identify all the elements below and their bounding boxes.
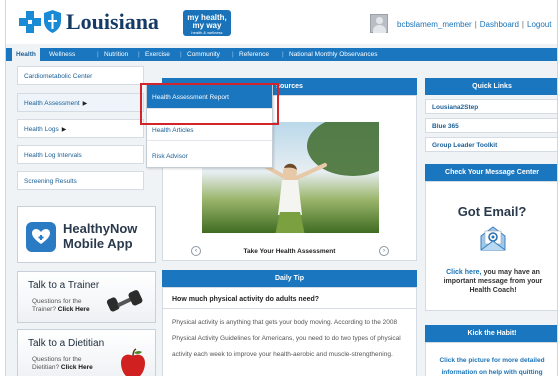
email-at-icon[interactable] [478, 224, 508, 252]
my-health-my-way-badge[interactable]: my health, my way health & wellness [183, 10, 231, 36]
click-here-link[interactable]: Click here, [446, 269, 481, 276]
daily-tip-question: How much physical activity do adults nee… [172, 296, 320, 303]
username-link[interactable]: bcbslamem_member [397, 20, 472, 29]
daily-tip-body: Physical activity is anything that gets … [172, 319, 401, 358]
page-frame: Louisiana my health, my way health & wel… [5, 0, 558, 376]
dietitian-text: Questions for the Dietitian? Click Here [32, 356, 102, 372]
nav-tab-health[interactable]: Health [12, 48, 40, 61]
sidebar-item-health-logs[interactable]: Health Logs ▶ [17, 119, 144, 138]
nav-separator: | [97, 51, 99, 58]
sidebar-item-label: Health Assessment [24, 100, 80, 107]
dietitian-title: Talk to a Dietitian [28, 338, 105, 349]
arrow-right-icon: ▶ [82, 101, 88, 107]
sidebar-item-health-assessment[interactable]: Health Assessment ▶ [17, 93, 144, 112]
blue-cross-logo-icon[interactable] [19, 11, 41, 33]
nav-separator: | [180, 51, 182, 58]
quick-link-lousiana2step[interactable]: Lousiana2Step [425, 99, 557, 114]
daily-tip-header: Daily Tip [162, 270, 417, 287]
logout-link[interactable]: Logout [527, 20, 551, 29]
kick-the-habit-header: Kick the Habit! [425, 325, 557, 342]
nav-tab-nutrition[interactable]: Nutrition [104, 51, 128, 58]
healthynow-title: HealthyNow Mobile App [63, 221, 137, 251]
main-nav: Health Wellness | Nutrition | Exercise |… [6, 48, 557, 61]
talk-to-trainer-card[interactable]: Talk to a Trainer Questions for the Trai… [17, 271, 156, 323]
quick-link-blue-365[interactable]: Blue 365 [425, 118, 557, 133]
dietitian-click-here-link[interactable]: Click Here [61, 364, 93, 371]
nav-tab-reference[interactable]: Reference [239, 51, 269, 58]
sidebar-item-label: Health Logs [24, 126, 59, 133]
message-center-header: Check Your Message Center [425, 164, 557, 181]
quick-links-header: Quick Links [425, 78, 557, 95]
trainer-text: Questions for the Trainer? Click Here [32, 298, 102, 314]
separator: | [521, 20, 524, 29]
user-links: bcbslamem_member | Dashboard | Logout [397, 20, 551, 29]
nav-tab-exercise[interactable]: Exercise [145, 51, 170, 58]
badge-line-3: health & wellness [191, 30, 223, 35]
sidebar-item-label: Screening Results [24, 178, 77, 185]
healthynow-line-2: Mobile App [63, 236, 133, 251]
message-center-text: Click here, you may have an important me… [432, 268, 554, 295]
badge-line-2: my way [192, 21, 222, 30]
sidebar-item-cardiometabolic-center[interactable]: Cardiometabolic Center [17, 66, 144, 85]
blue-shield-logo-icon[interactable] [44, 10, 61, 33]
apple-icon [121, 348, 145, 376]
avatar[interactable] [370, 14, 388, 33]
healthynow-mobile-app-banner[interactable]: HealthyNow Mobile App [17, 206, 156, 263]
sidebar-item-label: Cardiometabolic Center [24, 73, 93, 80]
highlight-box [140, 83, 279, 125]
nav-separator: | [282, 51, 284, 58]
nav-tab-wellness[interactable]: Wellness [49, 51, 75, 58]
trainer-click-here-link[interactable]: Click Here [58, 306, 90, 313]
submenu-item-risk-advisor[interactable]: Risk Advisor [147, 146, 272, 167]
nav-separator: | [138, 51, 140, 58]
brand-name[interactable]: Louisiana [66, 9, 159, 35]
healthynow-line-1: HealthyNow [63, 221, 138, 236]
talk-to-dietitian-card[interactable]: Talk to a Dietitian Questions for the Di… [17, 329, 156, 376]
trainer-title: Talk to a Trainer [28, 280, 100, 291]
nav-separator: | [232, 51, 234, 58]
quick-link-group-leader-toolkit[interactable]: Group Leader Toolkit [425, 137, 557, 152]
sidebar-item-screening-results[interactable]: Screening Results [17, 171, 144, 190]
kick-the-habit-text[interactable]: Click the picture for more detailed info… [428, 355, 556, 376]
dumbbell-icon [106, 290, 143, 312]
nav-tab-community[interactable]: Community [187, 51, 220, 58]
arrow-right-icon: ▶ [61, 127, 67, 133]
phone-heart-icon [26, 222, 56, 252]
daily-tip-panel: How much physical activity do adults nee… [162, 287, 417, 376]
site-header: Louisiana my health, my way health & wel… [6, 0, 557, 44]
kick-the-habit-panel: Click the picture for more detailed info… [425, 342, 557, 376]
nav-tab-national-monthly-observances[interactable]: National Monthly Observances [289, 51, 378, 58]
dashboard-link[interactable]: Dashboard [480, 20, 519, 29]
sidebar-item-label: Health Log Intervals [24, 152, 82, 159]
separator: | [474, 20, 477, 29]
message-center-panel: Got Email? Click here, you may have an i… [425, 181, 557, 311]
sidebar-item-health-log-intervals[interactable]: Health Log Intervals [17, 145, 144, 164]
divider [163, 308, 416, 309]
carousel-next-button[interactable]: › [379, 246, 389, 256]
got-email-title: Got Email? [457, 204, 527, 219]
